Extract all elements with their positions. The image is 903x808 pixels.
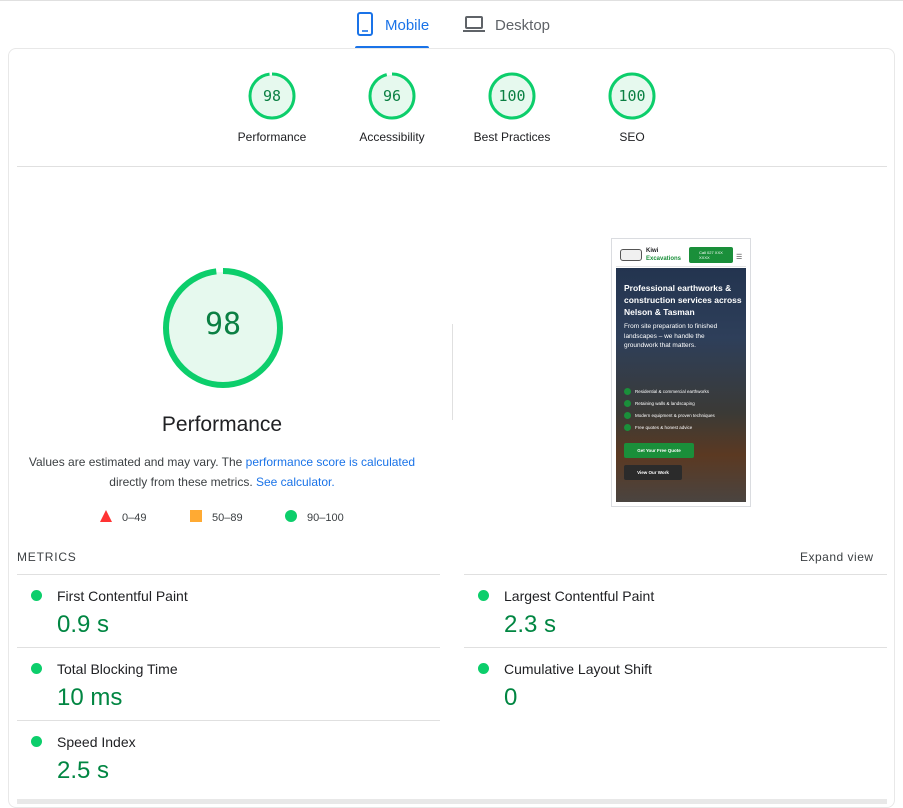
site-brand-line1: Kiwi	[646, 248, 659, 254]
gauge-seo-score: 100	[618, 87, 646, 105]
circle-icon	[285, 510, 297, 525]
gauge-performance-score: 98	[262, 87, 282, 105]
site-list-item: Residential & commercial earthworks	[624, 388, 709, 395]
pass-circle-icon	[31, 736, 42, 747]
device-tabs: Mobile Desktop	[0, 0, 903, 50]
legend-average-range: 50–89	[212, 511, 243, 524]
laptop-icon	[463, 12, 485, 40]
site-brand-line2: Excavations	[646, 256, 682, 262]
gauge-accessibility[interactable]: 96 Accessibility	[337, 72, 447, 144]
metric-si: Speed Index 2.5 s	[17, 721, 437, 793]
pass-circle-icon	[478, 590, 489, 601]
pass-circle-icon	[31, 590, 42, 601]
triangle-icon	[100, 510, 112, 525]
legend-fail-range: 0–49	[122, 511, 147, 524]
metric-si-title: Speed Index	[57, 734, 136, 750]
site-call-button: Call 027 XXX XXXX	[689, 247, 733, 263]
expand-view-button[interactable]: Expand view	[800, 550, 874, 564]
gauge-accessibility-score: 96	[382, 87, 402, 105]
vertical-separator	[452, 324, 453, 420]
gauge-best-practices-score: 100	[498, 87, 526, 105]
metric-tbt-title: Total Blocking Time	[57, 661, 178, 677]
legend-fail: 0–49	[100, 510, 146, 525]
pass-circle-icon	[31, 663, 42, 674]
metric-cls-title: Cumulative Layout Shift	[504, 661, 652, 677]
desc-text-2: directly from these metrics.	[109, 475, 256, 489]
metric-tbt-value: 10 ms	[57, 684, 123, 711]
site-list-item: Modern equipment & proven techniques	[624, 412, 715, 419]
performance-title: Performance	[161, 413, 283, 436]
site-list-text: Residential & commercial earthworks	[635, 389, 710, 394]
site-logo-icon	[620, 249, 642, 261]
metric-cls: Cumulative Layout Shift 0	[464, 648, 884, 720]
site-brand: Kiwi Excavations	[646, 247, 681, 263]
metric-lcp-value: 2.3 s	[504, 611, 557, 638]
legend-pass-range: 90–100	[307, 511, 344, 524]
pass-circle-icon	[478, 663, 489, 674]
site-quote-button: Get Your Free Quote	[624, 443, 694, 458]
bottom-edge	[17, 799, 887, 804]
smartphone-icon	[355, 12, 375, 40]
site-list-text: Retaining walls & landscaping	[635, 401, 695, 406]
metric-si-value: 2.5 s	[57, 757, 110, 784]
gauge-best-practices-label: Best Practices	[473, 130, 551, 144]
screenshot-viewport: Kiwi Excavations Call 027 XXX XXXX ☰ Pro…	[616, 243, 746, 502]
gauge-performance[interactable]: 98 Performance	[217, 72, 327, 144]
site-list-item: Retaining walls & landscaping	[624, 400, 695, 407]
check-icon	[624, 412, 631, 419]
legend-average: 50–89	[190, 510, 243, 525]
see-calculator-link[interactable]: See calculator.	[256, 475, 335, 489]
site-headline: Professional earthworks & construction s…	[624, 283, 742, 317]
desc-text-1: Values are estimated and may vary. The	[28, 455, 246, 469]
metric-fcp-value: 0.9 s	[57, 611, 110, 638]
site-list-item: Free quotes & honest advice	[624, 424, 692, 431]
screenshot-header: Kiwi Excavations Call 027 XXX XXXX ☰	[616, 243, 746, 267]
metric-lcp: Largest Contentful Paint 2.3 s	[464, 575, 884, 647]
gauge-accessibility-label: Accessibility	[359, 130, 425, 144]
check-icon	[624, 400, 631, 407]
metric-fcp: First Contentful Paint 0.9 s	[17, 575, 437, 647]
section-divider	[17, 166, 887, 167]
performance-gauge: 98	[160, 265, 286, 391]
tab-mobile-label: Mobile	[385, 17, 430, 34]
legend-pass: 90–100	[285, 510, 344, 525]
performance-description: Values are estimated and may vary. The p…	[22, 452, 422, 492]
metric-fcp-title: First Contentful Paint	[57, 588, 188, 604]
performance-score: 98	[204, 307, 242, 342]
metrics-heading: METRICS	[17, 550, 77, 564]
tab-desktop[interactable]: Desktop	[463, 12, 550, 48]
metric-lcp-title: Largest Contentful Paint	[504, 588, 655, 604]
site-work-button: View Our Work	[624, 465, 682, 480]
site-list-text: Free quotes & honest advice	[635, 425, 693, 430]
check-icon	[624, 388, 631, 395]
gauge-best-practices[interactable]: 100 Best Practices	[457, 72, 567, 144]
site-list-text: Modern equipment & proven techniques	[635, 413, 715, 418]
gauge-seo[interactable]: 100 SEO	[577, 72, 687, 144]
gauge-seo-label: SEO	[619, 130, 645, 144]
tab-desktop-label: Desktop	[495, 17, 551, 34]
final-screenshot[interactable]: Kiwi Excavations Call 027 XXX XXXX ☰ Pro…	[611, 238, 751, 507]
hamburger-menu-icon: ☰	[736, 254, 743, 261]
site-paragraph: From site preparation to finished landsc…	[624, 323, 718, 349]
tab-mobile[interactable]: Mobile	[355, 12, 429, 48]
square-icon	[190, 510, 202, 525]
metric-tbt: Total Blocking Time 10 ms	[17, 648, 437, 720]
metric-cls-value: 0	[504, 684, 518, 711]
gauge-performance-label: Performance	[237, 130, 307, 144]
check-icon	[624, 424, 631, 431]
score-legend: 0–49 50–89 90–100	[100, 510, 360, 528]
category-gauges: 98 Performance 96 Accessibility 100 Best…	[0, 72, 903, 152]
score-calculated-link[interactable]: performance score is calculated	[246, 455, 415, 469]
